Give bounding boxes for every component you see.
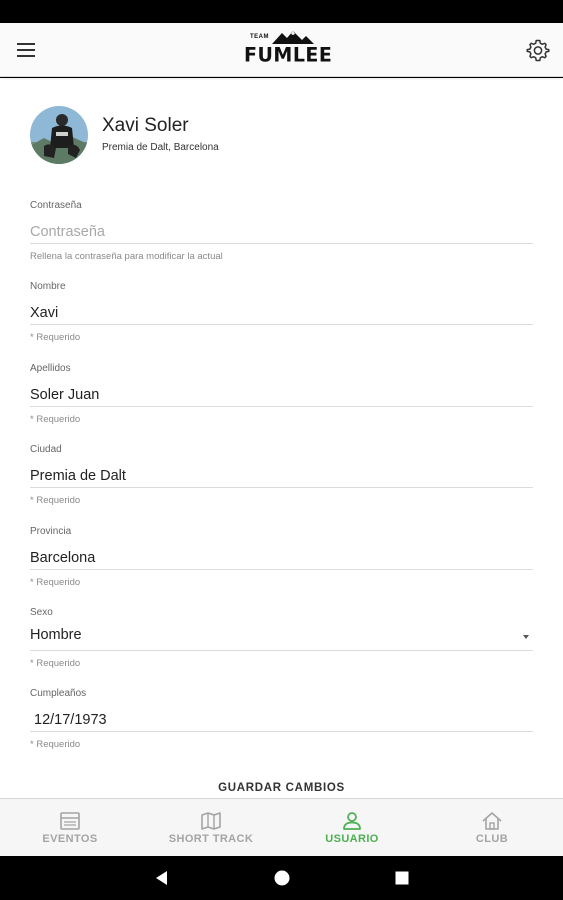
- nav-item-usuario[interactable]: USUARIO: [282, 799, 422, 857]
- home-circle-icon[interactable]: [272, 868, 292, 888]
- nombre-hint: * Requerido: [30, 332, 81, 343]
- password-hint: Rellena la contraseña para modificar la …: [30, 251, 223, 262]
- recents-icon[interactable]: [392, 868, 412, 888]
- sexo-selected-value: Hombre: [30, 621, 533, 651]
- system-navigation-bar: [0, 856, 563, 900]
- profile-header: Xavi Soler Premia de Dalt, Barcelona: [30, 106, 530, 164]
- birthday-input[interactable]: [30, 702, 533, 732]
- app-bar: TEAM FUMLEE: [0, 23, 563, 77]
- nombre-field-group: Nombre * Requerido: [30, 281, 533, 344]
- app-logo: TEAM FUMLEE: [244, 31, 332, 69]
- avatar: [30, 106, 88, 164]
- nav-label-club: CLUB: [475, 833, 509, 845]
- save-changes-button[interactable]: GUARDAR CAMBIOS: [180, 777, 383, 798]
- back-icon[interactable]: [152, 868, 172, 888]
- provincia-field-group: Provincia * Requerido: [30, 526, 533, 589]
- sexo-hint: * Requerido: [30, 658, 81, 669]
- nombre-input[interactable]: [30, 295, 533, 325]
- sexo-field-group: Sexo Hombre * Requerido: [30, 607, 533, 670]
- nav-label-short-track: SHORT TRACK: [168, 833, 254, 845]
- password-field-group: Contraseña Rellena la contraseña para mo…: [30, 200, 533, 263]
- apellidos-hint: * Requerido: [30, 414, 81, 425]
- ciudad-field-group: Ciudad * Requerido: [30, 444, 533, 507]
- ciudad-label: Ciudad: [30, 444, 62, 455]
- provincia-label: Provincia: [30, 526, 72, 537]
- sexo-label: Sexo: [30, 607, 53, 618]
- logo-brand-text: FUMLEE: [244, 43, 333, 67]
- bottom-navigation: EVENTOS SHORT TRACK USUARIO CLUB: [0, 798, 563, 856]
- nav-label-eventos: EVENTOS: [42, 833, 98, 845]
- apellidos-input[interactable]: [30, 377, 533, 407]
- gear-icon[interactable]: [526, 38, 550, 62]
- nav-item-club[interactable]: CLUB: [422, 799, 562, 857]
- profile-name: Xavi Soler: [102, 115, 189, 136]
- user-icon: [343, 812, 361, 830]
- cumpleanos-field-group: Cumpleaños * Requerido: [30, 688, 533, 751]
- status-bar: [0, 0, 563, 23]
- profile-form-page: Xavi Soler Premia de Dalt, Barcelona Con…: [0, 78, 563, 798]
- apellidos-label: Apellidos: [30, 363, 71, 374]
- menu-icon[interactable]: [14, 37, 40, 63]
- nav-label-usuario: USUARIO: [325, 833, 379, 845]
- password-input[interactable]: [30, 214, 533, 244]
- profile-location: Premia de Dalt, Barcelona: [102, 142, 219, 153]
- apellidos-field-group: Apellidos * Requerido: [30, 363, 533, 426]
- cumpleanos-hint: * Requerido: [30, 739, 81, 750]
- dropdown-arrow-icon: [523, 635, 529, 639]
- mountain-icon: [272, 31, 314, 44]
- cumpleanos-label: Cumpleaños: [30, 688, 87, 699]
- nombre-label: Nombre: [30, 281, 66, 292]
- map-icon: [201, 812, 221, 830]
- logo-team-text: TEAM: [250, 34, 269, 40]
- nav-item-eventos[interactable]: EVENTOS: [0, 799, 140, 857]
- provincia-input[interactable]: [30, 540, 533, 570]
- password-label: Contraseña: [30, 200, 82, 211]
- ciudad-input[interactable]: [30, 458, 533, 488]
- calendar-icon: [60, 812, 80, 830]
- provincia-hint: * Requerido: [30, 577, 81, 588]
- nav-item-short-track[interactable]: SHORT TRACK: [141, 799, 281, 857]
- sexo-select[interactable]: Hombre: [30, 621, 533, 651]
- home-icon: [482, 812, 502, 830]
- ciudad-hint: * Requerido: [30, 495, 81, 506]
